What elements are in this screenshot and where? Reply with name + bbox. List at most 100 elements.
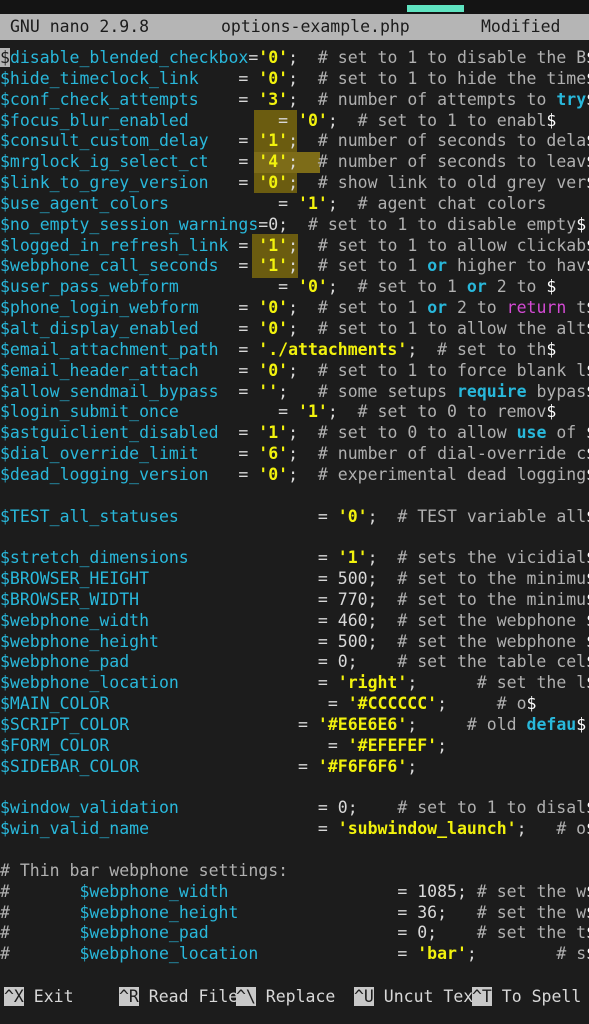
code-punctuation: ; bbox=[407, 339, 418, 359]
code-punctuation: ; bbox=[437, 735, 448, 755]
code-line[interactable]: $email_header_attach = '0'; # set to 1 t… bbox=[0, 361, 589, 382]
code-punctuation: ; bbox=[288, 152, 299, 172]
code-line[interactable]: $link_to_grey_version = '0'; # show link… bbox=[0, 173, 589, 194]
code-punctuation: = bbox=[218, 381, 259, 401]
code-line[interactable]: $consult_custom_delay = '1'; # number of… bbox=[0, 131, 589, 152]
shortcut-to-spell[interactable]: ^T To Spell bbox=[472, 987, 581, 1006]
scrollbar-thumb[interactable] bbox=[407, 5, 464, 12]
code-comment: # set to 1 to disable the B bbox=[298, 48, 587, 67]
code-comment: # agent chat colors bbox=[337, 193, 547, 213]
code-comment: # show link to old grey ver bbox=[298, 173, 587, 193]
code-variable: $login_submit_once bbox=[0, 402, 179, 422]
code-line[interactable]: $alt_display_enabled = '0'; # set to 1 t… bbox=[0, 319, 589, 340]
code-line[interactable]: $no_empty_session_warnings=0; # set to 1… bbox=[0, 215, 589, 236]
code-comment: # set to th bbox=[417, 339, 547, 359]
code-line[interactable]: $conf_check_attempts = '3'; # number of … bbox=[0, 90, 589, 111]
code-string: '0' bbox=[298, 277, 328, 297]
code-line[interactable]: $win_valid_name = 'subwindow_launch'; # … bbox=[0, 819, 589, 840]
line-wrap-marker: $ bbox=[546, 402, 557, 422]
nano-editor-window: GNU nano 2.9.8 options-example.php Modif… bbox=[0, 0, 589, 1024]
code-punctuation: = 36; bbox=[238, 902, 448, 922]
code-punctuation: = 500; bbox=[149, 569, 378, 589]
code-line[interactable]: $webphone_height = 500; # set the webpho… bbox=[0, 632, 589, 653]
code-comment: # set the t bbox=[437, 923, 587, 943]
code-line[interactable]: # $webphone_pad = 0; # set the t$ bbox=[0, 923, 589, 944]
code-comment: # set to 1 to allow clickab bbox=[298, 235, 587, 255]
code-keyword: defau bbox=[526, 715, 577, 734]
code-line[interactable] bbox=[0, 486, 589, 507]
code-string: '0' bbox=[258, 68, 289, 88]
code-line[interactable]: $stretch_dimensions = '1'; # sets the vi… bbox=[0, 548, 589, 569]
code-variable: $conf_check_attempts bbox=[0, 89, 199, 109]
code-line[interactable]: $focus_blur_enabled = '0'; # set to 1 to… bbox=[0, 111, 589, 132]
code-line[interactable]: $astguiclient_disabled = '1'; # set to 0… bbox=[0, 423, 589, 444]
title-bar: GNU nano 2.9.8 options-example.php Modif… bbox=[0, 14, 589, 40]
code-punctuation: = bbox=[198, 298, 259, 318]
scrollbar-track[interactable] bbox=[0, 0, 589, 14]
code-string: '#CCCCCC' bbox=[347, 694, 438, 714]
text-buffer[interactable]: $disable_blended_checkbox='0'; # set to … bbox=[0, 48, 589, 976]
code-comment: # set to 1 to disal bbox=[357, 798, 587, 818]
code-line[interactable]: # $webphone_height = 36; # set the w$ bbox=[0, 903, 589, 924]
shortcut-key-to-spell: ^T bbox=[472, 987, 492, 1006]
shortcut-replace[interactable]: ^\ Replace bbox=[236, 987, 335, 1006]
code-line[interactable]: $phone_login_webform = '0'; # set to 1 o… bbox=[0, 298, 589, 319]
code-line[interactable] bbox=[0, 527, 589, 548]
code-line[interactable]: $webphone_location = 'right'; # set the … bbox=[0, 673, 589, 694]
code-variable: $phone_login_webform bbox=[0, 298, 199, 318]
code-line[interactable]: $webphone_call_seconds = '1'; # set to 1… bbox=[0, 256, 589, 277]
code-string: '1' bbox=[337, 548, 368, 568]
code-variable: $FORM_COLOR bbox=[0, 735, 110, 755]
code-line[interactable]: # Thin bar webphone settings: bbox=[0, 861, 589, 882]
code-comment: # set to the minimu bbox=[377, 589, 587, 609]
code-line[interactable]: $dial_override_limit = '6'; # number of … bbox=[0, 444, 589, 465]
code-line[interactable] bbox=[0, 778, 589, 799]
code-line[interactable]: $FORM_COLOR = '#EFEFEF'; bbox=[0, 736, 589, 757]
code-line[interactable]: $webphone_pad = 0; # set the table cel$ bbox=[0, 652, 589, 673]
code-line[interactable]: $email_attachment_path = './attachments'… bbox=[0, 340, 589, 361]
code-line[interactable]: $use_agent_colors = '1'; # agent chat co… bbox=[0, 194, 589, 215]
code-string: '0' bbox=[258, 48, 289, 67]
code-line[interactable]: $logged_in_refresh_link = '1'; # set to … bbox=[0, 236, 589, 257]
code-punctuation: ; bbox=[278, 381, 289, 401]
code-string: '1' bbox=[258, 131, 289, 151]
code-line[interactable] bbox=[0, 840, 589, 861]
code-variable: $BROWSER_WIDTH bbox=[0, 589, 140, 609]
code-comment: # set the table cel bbox=[357, 652, 587, 672]
code-line[interactable]: $BROWSER_WIDTH = 770; # set to the minim… bbox=[0, 590, 589, 611]
code-line[interactable]: $disable_blended_checkbox='0'; # set to … bbox=[0, 48, 589, 69]
code-line[interactable]: $BROWSER_HEIGHT = 500; # set to the mini… bbox=[0, 569, 589, 590]
code-string: '1' bbox=[298, 402, 328, 422]
code-variable: $window_validation bbox=[0, 798, 179, 818]
code-line[interactable]: $TEST_all_statuses = '0'; # TEST variabl… bbox=[0, 507, 589, 528]
line-wrap-marker: $ bbox=[576, 715, 587, 734]
shortcut-exit[interactable]: ^X Exit bbox=[4, 987, 74, 1006]
code-line[interactable]: $login_submit_once = '1'; # set to 0 to … bbox=[0, 402, 589, 423]
code-line[interactable]: $webphone_width = 460; # set the webphon… bbox=[0, 611, 589, 632]
code-line[interactable]: $hide_timeclock_link = '0'; # set to 1 t… bbox=[0, 69, 589, 90]
code-punctuation: = bbox=[178, 277, 299, 297]
code-line[interactable]: $window_validation = 0; # set to 1 to di… bbox=[0, 798, 589, 819]
code-punctuation: = bbox=[109, 735, 348, 755]
code-line[interactable]: $SIDEBAR_COLOR = '#F6F6F6'; bbox=[0, 757, 589, 778]
code-variable: $alt_display_enabled bbox=[0, 318, 199, 338]
code-comment: # o bbox=[447, 694, 527, 714]
code-line[interactable]: # $webphone_width = 1085; # set the w$ bbox=[0, 882, 589, 903]
code-comment: # set to 1 to enabl bbox=[337, 110, 547, 130]
code-keyword: return bbox=[506, 298, 567, 318]
code-comment: # bbox=[0, 944, 80, 964]
code-line[interactable]: $dead_logging_version = '0'; # experimen… bbox=[0, 465, 589, 486]
code-variable: $webphone_width bbox=[79, 881, 229, 901]
code-punctuation: = bbox=[208, 131, 259, 151]
code-line[interactable]: $user_pass_webform = '0'; # set to 1 or … bbox=[0, 277, 589, 298]
code-line[interactable]: # $webphone_location = 'bar'; # s$ bbox=[0, 944, 589, 965]
shortcut-read-file[interactable]: ^R Read File bbox=[119, 987, 238, 1006]
code-line[interactable]: $mrglock_ig_select_ct = '4'; # number of… bbox=[0, 152, 589, 173]
code-line[interactable]: $allow_sendmail_bypass = ''; # some setu… bbox=[0, 382, 589, 403]
code-comment: # set to 1 bbox=[337, 277, 467, 297]
code-line[interactable]: $SCRIPT_COLOR = '#E6E6E6'; # old defau$ bbox=[0, 715, 589, 736]
code-variable: $consult_custom_delay bbox=[0, 131, 209, 151]
shortcut-uncut-text[interactable]: ^U Uncut Tex bbox=[354, 987, 473, 1006]
code-line[interactable]: $MAIN_COLOR = '#CCCCCC'; # o$ bbox=[0, 694, 589, 715]
code-punctuation: = bbox=[188, 548, 338, 568]
